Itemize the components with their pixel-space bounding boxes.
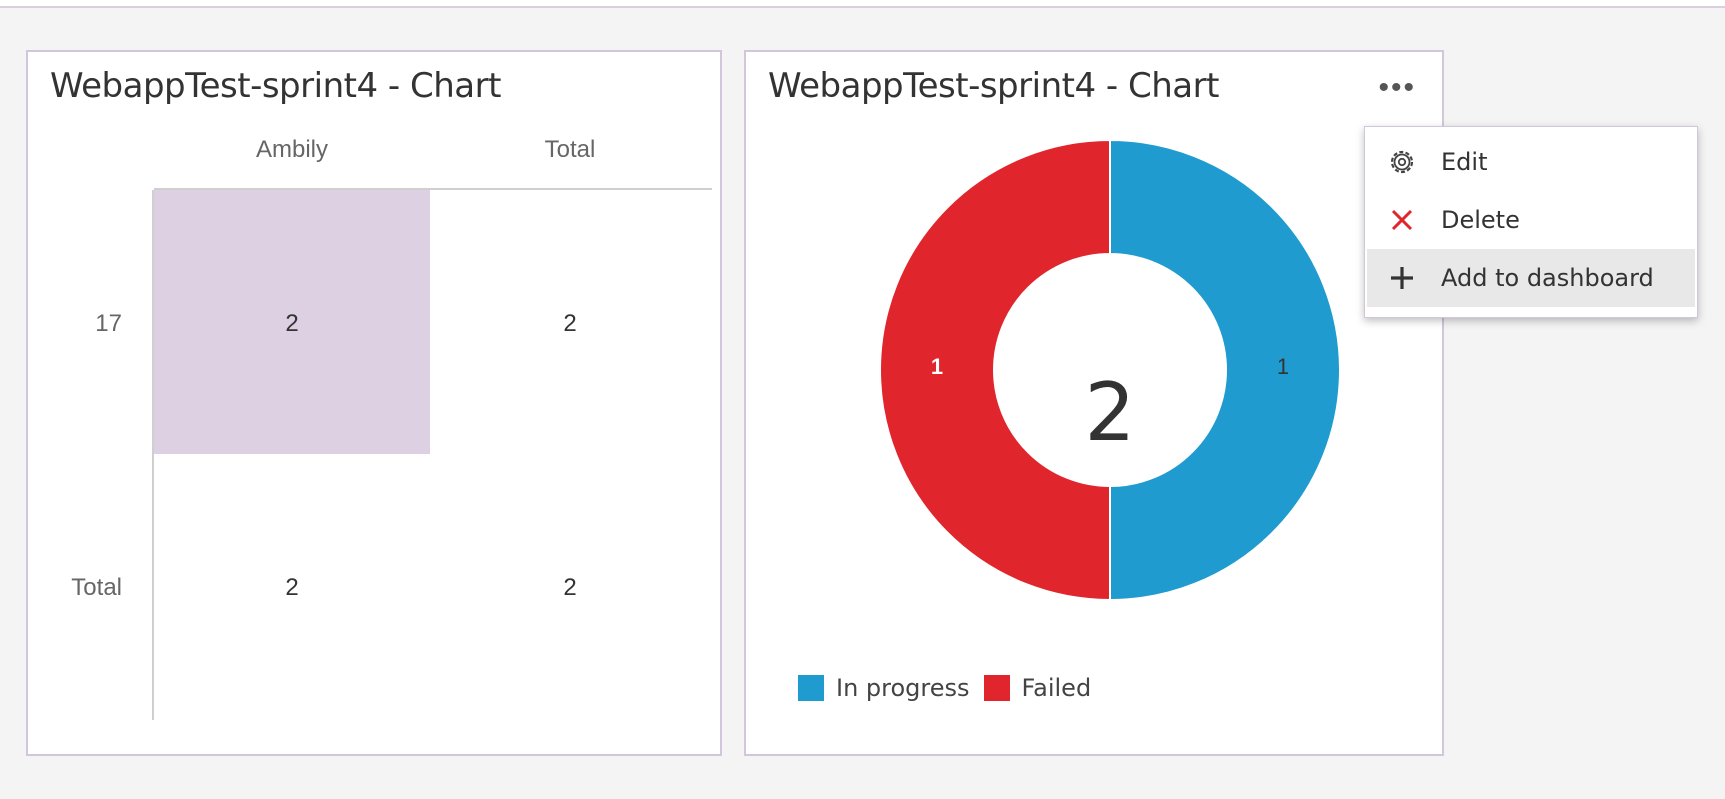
row-header-total: Total <box>71 574 122 601</box>
slice-label-failed: 1 <box>931 354 943 379</box>
top-divider <box>0 0 1725 8</box>
donut-slice-in-progress[interactable] <box>1109 138 1341 602</box>
legend-item-failed[interactable]: Failed <box>983 674 1092 702</box>
legend-swatch-in-progress <box>798 675 824 701</box>
menu-label: Delete <box>1441 206 1520 234</box>
close-icon <box>1385 203 1419 237</box>
gear-icon <box>1385 145 1419 179</box>
donut-slice-failed[interactable] <box>879 138 1111 602</box>
widget-title: WebappTest-sprint4 - Chart <box>50 66 501 106</box>
pivot-chart-widget: WebappTest-sprint4 - Chart Ambily Total … <box>26 50 722 756</box>
legend-swatch-failed <box>983 675 1010 701</box>
menu-item-add-to-dashboard[interactable]: Add to dashboard <box>1367 249 1695 307</box>
menu-item-delete[interactable]: Delete <box>1367 191 1695 249</box>
menu-label: Add to dashboard <box>1441 264 1654 292</box>
pie-chart-widget: WebappTest-sprint4 - Chart ••• 2 1 1 In … <box>744 50 1444 756</box>
column-header-total: Total <box>544 136 596 163</box>
legend-item-in-progress[interactable]: In progress <box>798 674 970 702</box>
table-cell[interactable]: 2 <box>154 310 430 338</box>
donut-total: 2 <box>1085 366 1136 459</box>
legend-label: Failed <box>1021 674 1092 702</box>
table-cell[interactable]: 2 <box>154 574 430 602</box>
donut-chart: 2 1 1 <box>879 138 1341 602</box>
slice-label-in-progress: 1 <box>1277 354 1289 379</box>
table-cell[interactable]: 2 <box>432 310 708 338</box>
table-cell[interactable]: 2 <box>432 574 708 602</box>
row-header-17: 17 <box>95 310 122 337</box>
chart-legend: In progress Failed <box>798 674 1105 702</box>
legend-label: In progress <box>836 674 970 702</box>
menu-item-edit[interactable]: Edit <box>1367 133 1695 191</box>
plus-icon <box>1385 261 1419 295</box>
context-menu: Edit Delete Add to dashboard <box>1364 126 1698 318</box>
menu-label: Edit <box>1441 148 1488 176</box>
column-header-ambily: Ambily <box>255 136 328 163</box>
